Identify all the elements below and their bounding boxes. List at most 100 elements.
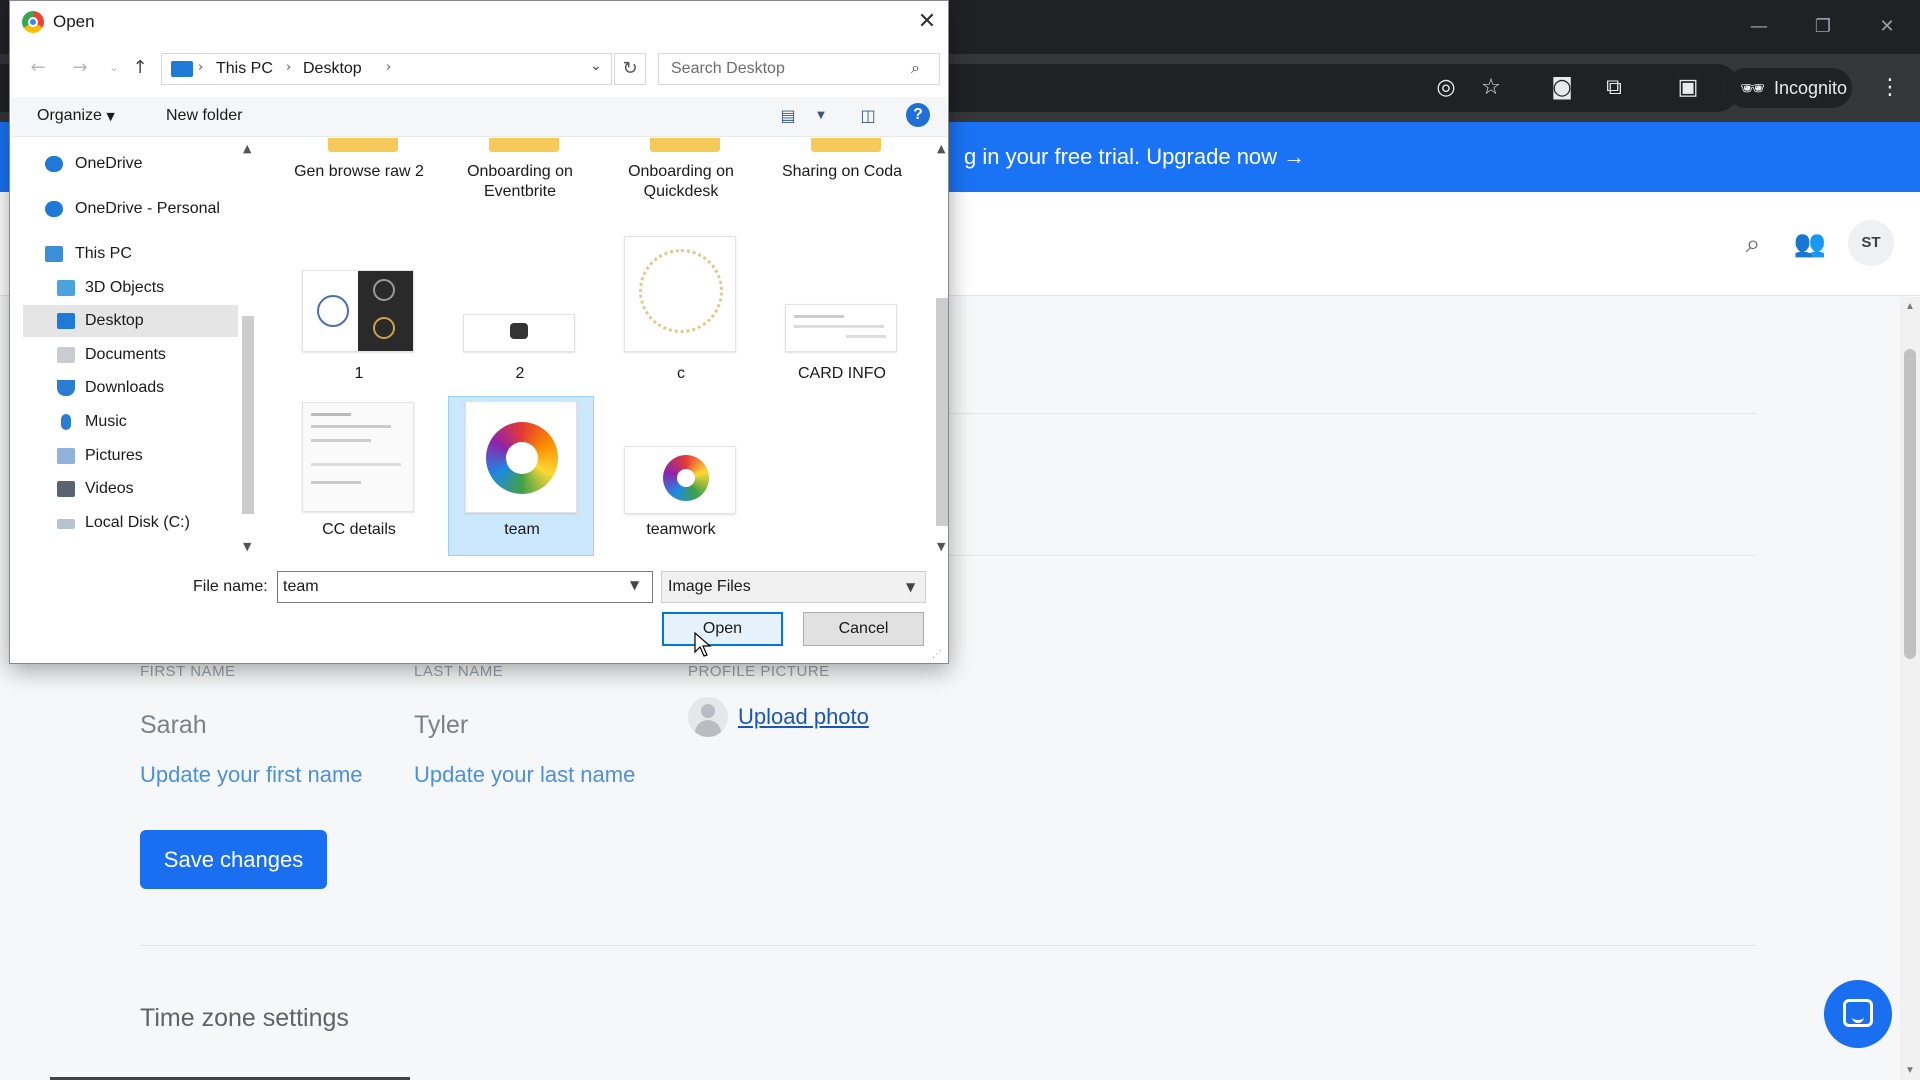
scroll-up-icon[interactable]: ▲ — [243, 142, 251, 155]
nav-item-documents[interactable]: Documents — [11, 339, 211, 371]
chat-icon — [1843, 999, 1873, 1027]
computer-icon — [45, 246, 63, 262]
nav-scrollbar[interactable]: ▲ ▼ — [238, 138, 258, 558]
star-icon[interactable]: ☆ — [1475, 72, 1507, 104]
page-scrollbar[interactable]: ▲ ▼ — [1900, 297, 1920, 1080]
side-panel-icon[interactable]: ▣ — [1672, 72, 1704, 104]
nav-item-videos[interactable]: Videos — [11, 473, 211, 505]
kebab-menu-icon[interactable]: ⋮ — [1874, 72, 1906, 104]
nav-item-music[interactable]: Music — [11, 406, 211, 438]
drive-icon — [57, 519, 75, 529]
nav-item-downloads[interactable]: Downloads — [11, 372, 211, 404]
scroll-up-icon[interactable]: ▲ — [937, 142, 945, 155]
resize-grip-icon[interactable]: ⋰ — [932, 649, 942, 660]
cursor-icon — [694, 632, 712, 657]
refresh-icon[interactable]: ↻ — [614, 53, 646, 85]
extension-logo-icon[interactable]: ◙ — [1546, 72, 1578, 104]
incognito-badge[interactable]: 🕶 Incognito — [1726, 68, 1852, 108]
file-item[interactable]: c — [608, 234, 754, 394]
nav-item-onedrive-personal[interactable]: OneDrive - Personal — [11, 193, 239, 225]
scroll-down-icon[interactable]: ▼ — [937, 540, 945, 553]
recent-chevron-icon[interactable]: ⌄ — [102, 56, 126, 80]
download-icon — [57, 380, 75, 396]
restore-icon[interactable]: ❐ — [1808, 12, 1838, 42]
search-desktop-input[interactable] — [659, 54, 899, 84]
file-name: c — [677, 365, 685, 382]
up-arrow-icon[interactable]: ↑ — [128, 56, 152, 80]
chat-button[interactable] — [1824, 980, 1892, 1048]
puzzle-icon[interactable]: ⧉ — [1598, 72, 1630, 104]
file-item[interactable]: 1 — [286, 234, 432, 394]
file-type-select[interactable]: Image Files ▼ — [661, 571, 926, 603]
team-icon[interactable]: 👥 — [1792, 226, 1828, 262]
image-thumbnail — [624, 236, 736, 352]
scroll-down-icon[interactable]: ▼ — [1905, 1065, 1915, 1076]
grid-circle-icon — [317, 295, 349, 327]
help-icon[interactable]: ? — [906, 103, 930, 127]
file-name-combobox[interactable]: ▼ — [277, 571, 653, 603]
nav-item-3d-objects[interactable]: 3D Objects — [11, 272, 211, 304]
view-options-icon[interactable]: ▤ — [776, 105, 800, 127]
file-scroll-thumb[interactable] — [936, 298, 948, 526]
last-name-field[interactable]: Tyler — [414, 711, 468, 740]
nav-item-label: Downloads — [85, 379, 165, 396]
new-folder-button[interactable]: New folder — [166, 107, 242, 125]
file-name: Sharing on Coda — [781, 163, 903, 180]
incognito-label: Incognito — [1774, 78, 1848, 98]
scroll-down-icon[interactable]: ▼ — [243, 540, 251, 553]
upload-photo-link[interactable]: Upload photo — [738, 704, 869, 730]
nav-item-this-pc[interactable]: This PC — [11, 238, 211, 270]
close-icon[interactable]: ✕ — [910, 5, 944, 39]
film-icon — [57, 481, 75, 497]
nav-item-label: Pictures — [85, 447, 143, 464]
breadcrumb-desktop[interactable]: Desktop — [303, 60, 362, 78]
nav-item-local-disk[interactable]: Local Disk (C:) — [11, 507, 211, 539]
this-pc-icon — [171, 61, 193, 77]
nav-item-label: Desktop — [85, 312, 144, 329]
nav-item-onedrive[interactable]: OneDrive — [11, 148, 211, 180]
page-scroll-thumb[interactable] — [1904, 349, 1916, 659]
file-item-selected[interactable]: team — [448, 396, 594, 556]
open-button[interactable]: Open — [662, 612, 783, 646]
scroll-up-icon[interactable]: ▲ — [1905, 301, 1915, 312]
save-changes-button[interactable]: Save changes — [140, 830, 327, 889]
nav-item-desktop[interactable]: Desktop — [23, 305, 239, 337]
file-name-label: File name: — [193, 578, 268, 595]
first-name-field[interactable]: Sarah — [140, 711, 207, 740]
caret-down-icon[interactable]: ▼ — [809, 105, 833, 127]
eye-off-icon[interactable]: ◎ — [1430, 72, 1462, 104]
dialog-breadcrumb[interactable]: › This PC › Desktop › ⌄ — [161, 53, 612, 85]
file-item[interactable]: CC details — [286, 396, 432, 556]
file-item[interactable]: 2 — [447, 234, 593, 394]
file-item[interactable]: teamwork — [608, 396, 754, 556]
search-icon[interactable]: ⌕ — [1735, 226, 1771, 262]
nav-scroll-thumb[interactable] — [242, 316, 254, 514]
chevron-down-icon[interactable]: ▼ — [630, 578, 639, 592]
nav-item-pictures[interactable]: Pictures — [11, 440, 211, 472]
breadcrumb-this-pc[interactable]: This PC — [216, 60, 273, 78]
chevron-down-icon[interactable]: ⌄ — [590, 58, 602, 74]
timezone-section-title: Time zone settings — [140, 1004, 349, 1032]
preview-pane-icon[interactable]: ◫ — [856, 105, 880, 127]
chevron-right-icon: › — [386, 60, 392, 75]
document-icon — [57, 347, 75, 363]
file-type-value: Image Files — [668, 578, 751, 595]
dialog-title: Open — [53, 12, 95, 31]
nav-item-label: 3D Objects — [85, 279, 165, 296]
back-arrow-icon[interactable]: ← — [26, 56, 50, 80]
divider — [140, 945, 1756, 946]
close-window-icon[interactable]: ✕ — [1872, 12, 1902, 42]
search-desktop-field[interactable]: ⌕ — [658, 53, 940, 85]
organize-menu[interactable]: Organize ▼ — [37, 107, 115, 125]
nav-item-label: OneDrive - Personal — [75, 200, 220, 217]
image-thumbnail — [465, 401, 577, 513]
forward-arrow-icon[interactable]: → — [68, 56, 92, 80]
avatar[interactable]: ST — [1848, 220, 1894, 266]
file-list-scrollbar[interactable]: ▲ ▼ — [936, 138, 948, 558]
file-name: Gen browse raw 2 — [294, 163, 424, 180]
file-item[interactable]: CARD INFO — [769, 234, 915, 394]
minimize-icon[interactable]: — — [1744, 12, 1774, 42]
trial-banner-text[interactable]: g in your free trial. Upgrade now → — [964, 144, 1305, 169]
cancel-button[interactable]: Cancel — [803, 612, 924, 646]
file-name-input[interactable] — [278, 572, 618, 602]
